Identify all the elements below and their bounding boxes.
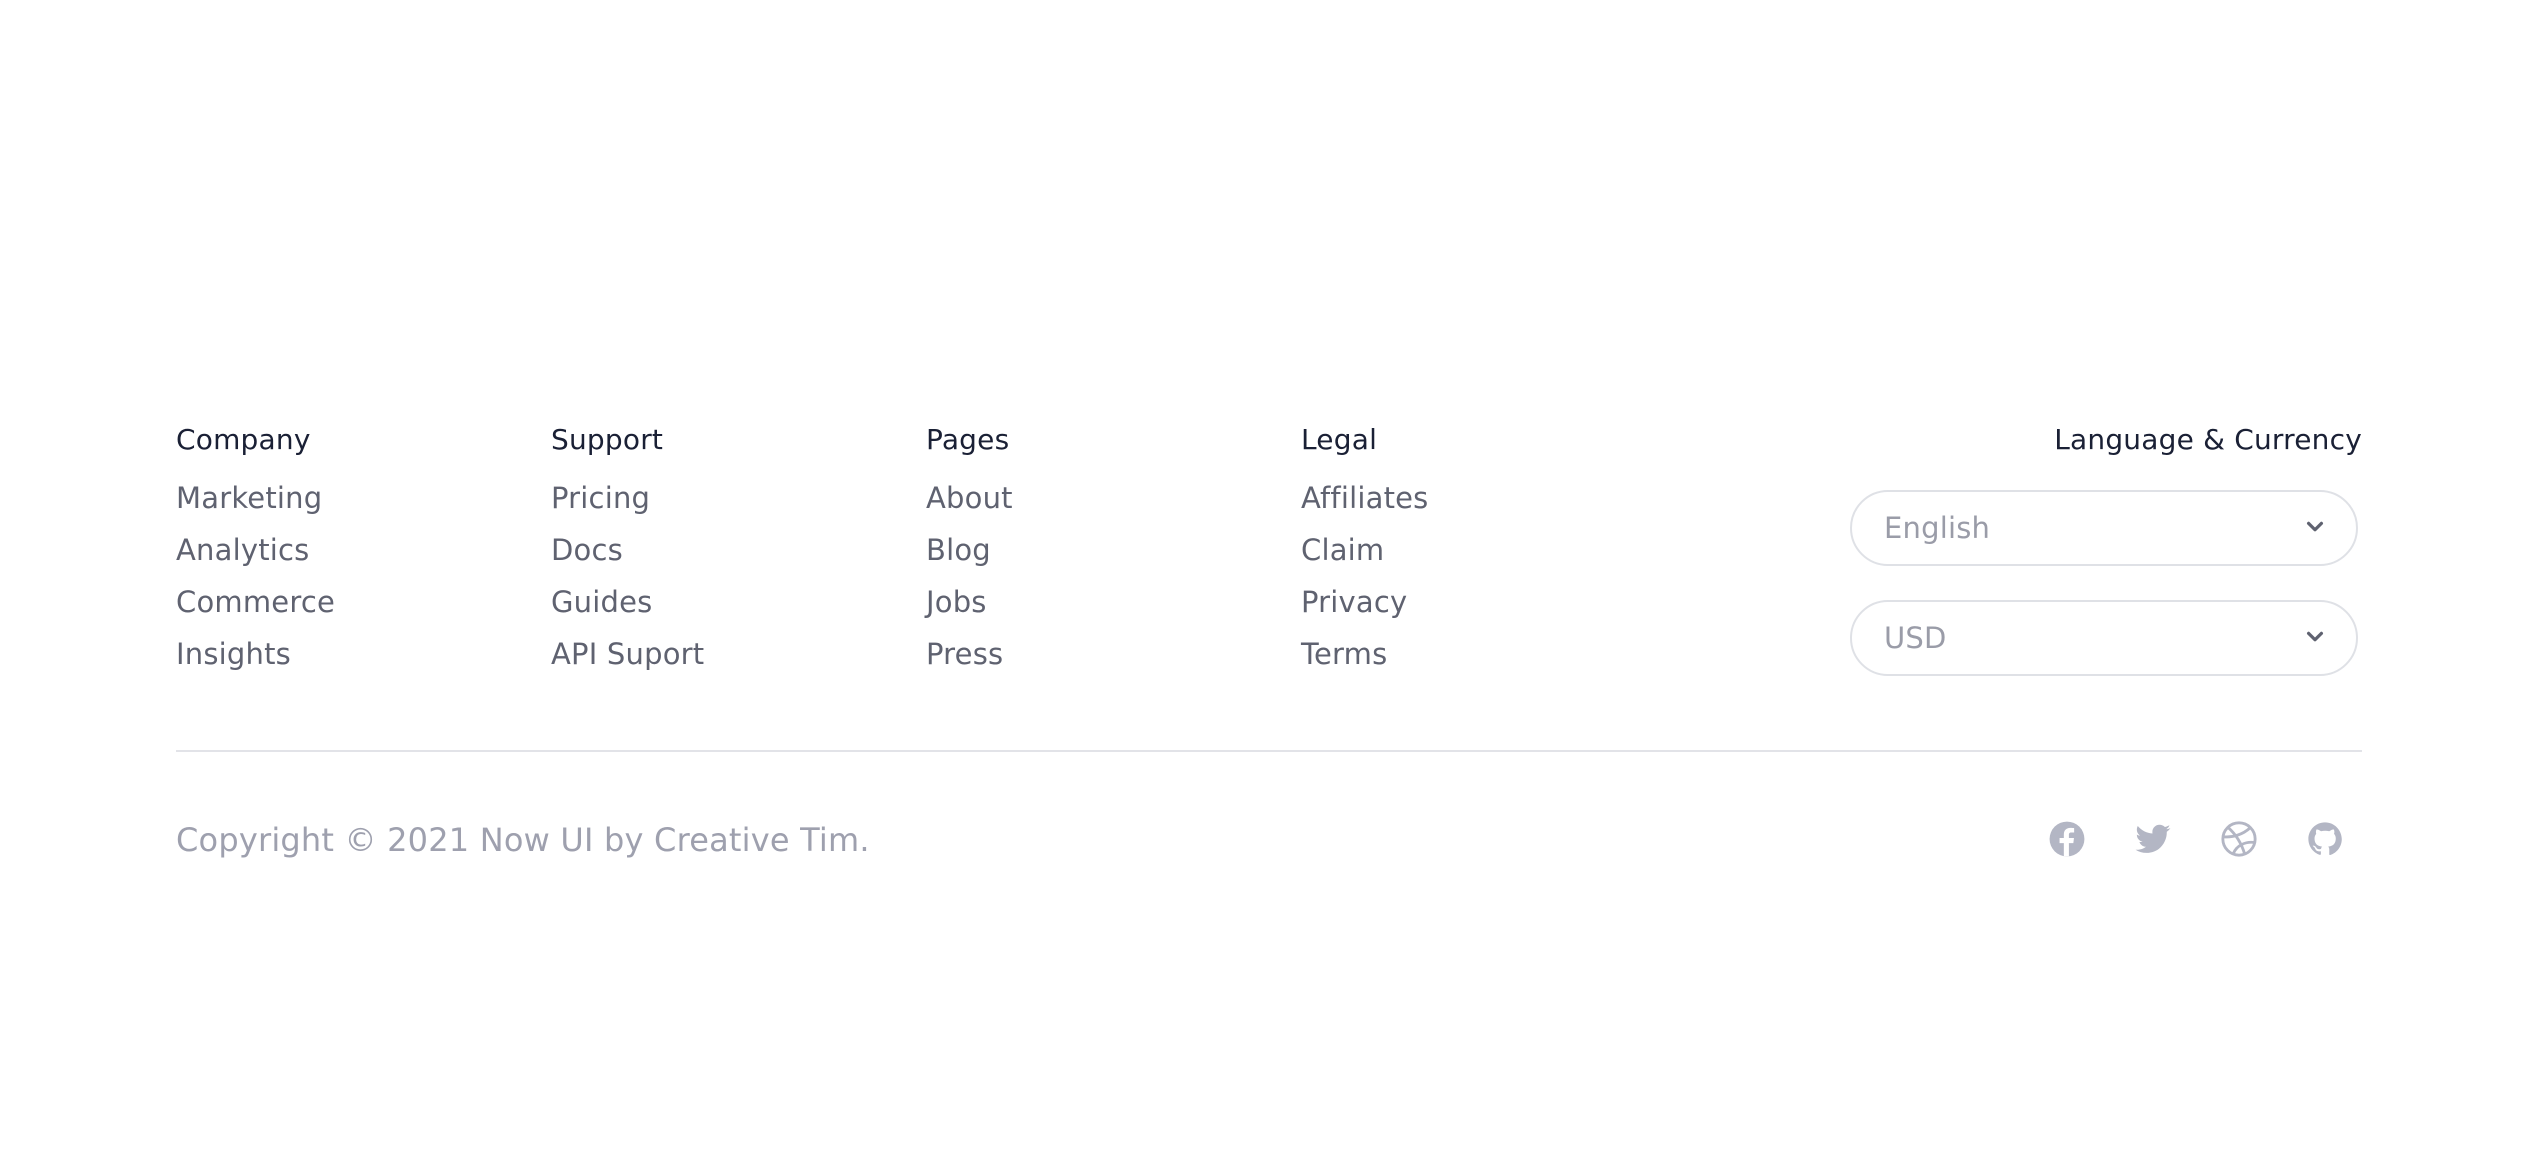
link-blog[interactable]: Blog [926,530,1266,570]
chevron-down-icon [2306,631,2324,642]
footer-column-company: Company Marketing Analytics Commerce Ins… [176,420,516,686]
currency-select[interactable]: USD [1850,600,2358,676]
column-title-support: Support [551,423,664,456]
link-guides[interactable]: Guides [551,582,891,622]
company-links: Marketing Analytics Commerce Insights [176,478,516,674]
site-footer: Company Marketing Analytics Commerce Ins… [176,420,2362,859]
pages-links: About Blog Jobs Press [926,478,1266,674]
link-api-support[interactable]: API Suport [551,634,891,674]
footer-columns: Company Marketing Analytics Commerce Ins… [176,420,2362,710]
github-icon[interactable] [2306,820,2344,858]
column-title-legal: Legal [1301,423,1378,456]
language-currency-title: Language & Currency [2054,423,2362,456]
currency-select-value: USD [1884,621,1947,655]
link-analytics[interactable]: Analytics [176,530,516,570]
footer-column-legal: Legal Affiliates Claim Privacy Terms [1301,420,1641,686]
column-title-pages: Pages [926,423,1010,456]
legal-links: Affiliates Claim Privacy Terms [1301,478,1641,674]
footer-divider [176,750,2362,752]
footer-column-support: Support Pricing Docs Guides API Suport [551,420,891,686]
link-terms[interactable]: Terms [1301,634,1641,674]
social-links [2048,820,2344,858]
support-links: Pricing Docs Guides API Suport [551,478,891,674]
footer-bottom-bar: Copyright © 2021 Now UI by Creative Tim. [176,810,2362,870]
language-select-value: English [1884,511,1991,545]
link-insights[interactable]: Insights [176,634,516,674]
link-jobs[interactable]: Jobs [926,582,1266,622]
column-title-company: Company [176,423,311,456]
footer-column-pages: Pages About Blog Jobs Press [926,420,1266,686]
language-select[interactable]: English [1850,490,2358,566]
twitter-icon[interactable] [2134,820,2172,858]
link-affiliates[interactable]: Affiliates [1301,478,1641,518]
dribbble-icon[interactable] [2220,820,2258,858]
link-about[interactable]: About [926,478,1266,518]
link-claim[interactable]: Claim [1301,530,1641,570]
facebook-icon[interactable] [2048,820,2086,858]
link-docs[interactable]: Docs [551,530,891,570]
link-commerce[interactable]: Commerce [176,582,516,622]
copyright-text: Copyright © 2021 Now UI by Creative Tim. [176,821,870,859]
link-press[interactable]: Press [926,634,1266,674]
chevron-down-icon [2306,521,2324,532]
link-pricing[interactable]: Pricing [551,478,891,518]
link-marketing[interactable]: Marketing [176,478,516,518]
link-privacy[interactable]: Privacy [1301,582,1641,622]
language-currency-section: Language & Currency English USD [1850,420,2362,676]
